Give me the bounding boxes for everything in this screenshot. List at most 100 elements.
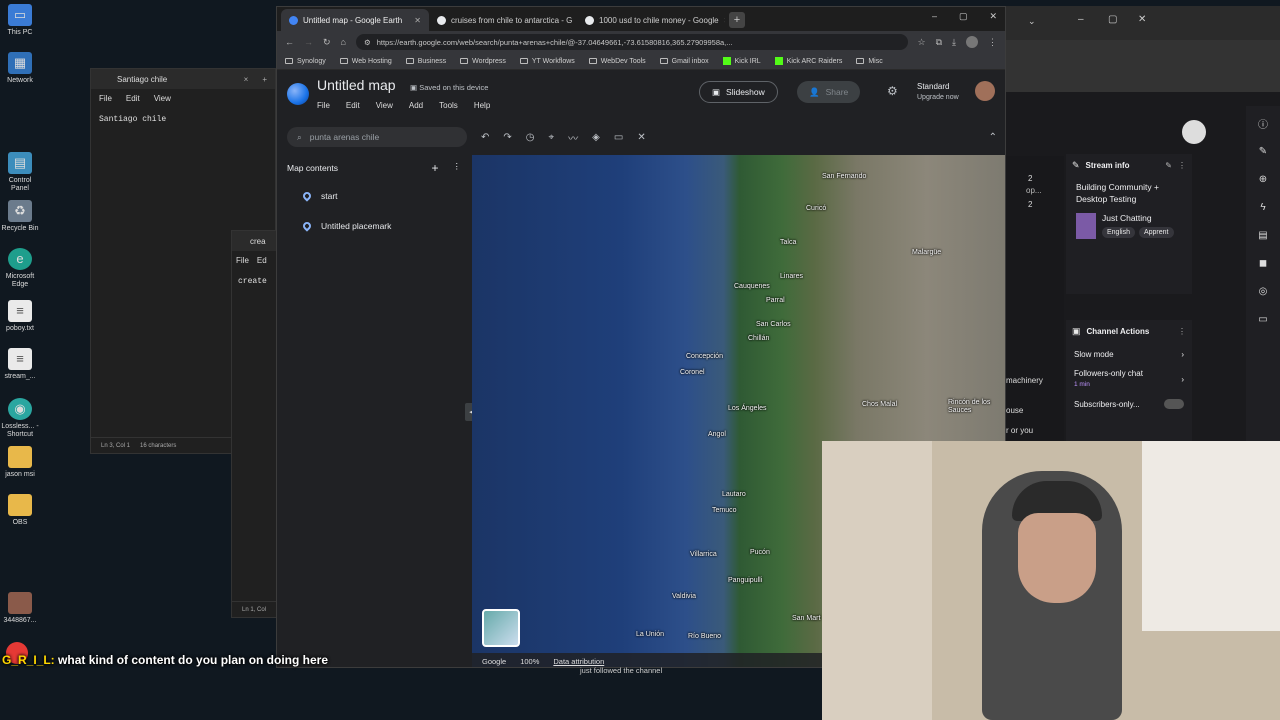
target-icon[interactable]: ⊕ (1252, 168, 1274, 190)
pencil-icon[interactable]: ✎ (1252, 140, 1274, 162)
bookmark-kick-arc[interactable]: Kick ARC Raiders (774, 57, 842, 65)
google-earth-logo[interactable] (287, 83, 309, 105)
desktop-icon-image[interactable]: 3448867... (0, 592, 40, 625)
desktop-icon-edge[interactable]: e Microsoft Edge (0, 248, 40, 289)
plan-info[interactable]: Standard Upgrade now (917, 81, 959, 103)
map-item-untitled-placemark[interactable]: Untitled placemark (277, 211, 471, 241)
bookmark-business[interactable]: Business (405, 58, 446, 65)
undo-icon[interactable]: ↶ (481, 132, 489, 143)
tag-chip[interactable]: English (1102, 227, 1135, 238)
tab-usd-chile[interactable]: 1000 usd to chile money - Google ✕ (577, 9, 725, 31)
forward-icon[interactable]: → (304, 37, 313, 47)
url-field[interactable]: ⚙ https://earth.google.com/web/search/pu… (355, 34, 908, 50)
broadcast-icon[interactable]: ◎ (1252, 280, 1274, 302)
notepad-window-create[interactable]: crea File Ed create Ln 1, Col (231, 230, 281, 618)
extension-icon[interactable]: ⧉ (936, 37, 942, 48)
ruler-icon[interactable]: ▭ (614, 132, 623, 143)
close-icon[interactable]: ✕ (414, 16, 421, 25)
bookmark-star-icon[interactable]: ☆ (918, 37, 926, 48)
menu-edit[interactable]: Ed (257, 256, 267, 265)
map-layers-button[interactable] (482, 609, 520, 647)
menu-add[interactable]: Add (409, 101, 423, 110)
close-icon[interactable]: × (244, 75, 249, 84)
close-icon[interactable]: ✕ (1138, 14, 1146, 25)
toggle-switch[interactable] (1164, 399, 1184, 409)
more-icon[interactable]: ⋮ (453, 161, 462, 175)
bookmark-synology[interactable]: Synology (285, 58, 326, 65)
redo-icon[interactable]: ↷ (503, 132, 511, 143)
map-item-start[interactable]: start (277, 181, 471, 211)
maximize-icon[interactable]: ▢ (1108, 14, 1117, 25)
more-icon[interactable]: ⋮ (1178, 327, 1186, 336)
video-icon[interactable]: ▭ (1252, 308, 1274, 330)
tab-cruises[interactable]: cruises from chile to antarctica - G ✕ (429, 9, 577, 31)
bookmark-wordpress[interactable]: Wordpress (460, 58, 506, 65)
action-slow-mode[interactable]: Slow mode › (1074, 343, 1184, 365)
menu-file[interactable]: File (236, 256, 249, 265)
tag-chip[interactable]: Apprent (1138, 227, 1174, 238)
chevron-down-icon[interactable]: ⌄ (1028, 16, 1036, 27)
share-button[interactable]: 👤 Share (797, 81, 861, 103)
bookmark-gmail[interactable]: Gmail inbox (659, 58, 709, 65)
placemark-icon[interactable]: ⌖ (549, 132, 555, 143)
menu-help[interactable]: Help (474, 101, 490, 110)
menu-icon[interactable]: ⋮ (988, 37, 997, 48)
data-attribution-link[interactable]: Data attribution (553, 657, 604, 666)
minimize-icon[interactable]: – (932, 11, 937, 22)
menu-edit[interactable]: Edit (346, 101, 360, 110)
menu-file[interactable]: File (317, 101, 330, 110)
info-icon[interactable]: ⓘ (1252, 112, 1274, 134)
new-tab-button[interactable]: + (729, 12, 745, 28)
action-subscribers-only[interactable]: Subscribers-only... (1074, 393, 1184, 415)
bookmark-webdev-tools[interactable]: WebDev Tools (588, 58, 646, 65)
notepad-text-area[interactable]: create (232, 269, 280, 294)
menu-file[interactable]: File (99, 94, 112, 103)
more-icon[interactable]: ⋮ (1178, 161, 1186, 170)
bookmark-kick-irl[interactable]: Kick IRL (722, 57, 761, 65)
bookmark-yt-workflows[interactable]: YT Workflows (519, 58, 575, 65)
menu-tools[interactable]: Tools (439, 101, 458, 110)
desktop-icon-this-pc[interactable]: ▭ This PC (0, 4, 40, 37)
collapse-toolbar-icon[interactable]: ⌃ (989, 132, 997, 143)
notepad-text-area[interactable]: Santiago chile (91, 107, 275, 132)
site-info-icon[interactable]: ⚙ (364, 38, 371, 47)
tab-google-earth[interactable]: Untitled map - Google Earth ✕ (281, 9, 429, 31)
notepad-titlebar[interactable]: crea (232, 231, 280, 251)
bookmark-web-hosting[interactable]: Web Hosting (339, 58, 392, 65)
desktop-icon-network[interactable]: ▦ Network (0, 52, 40, 85)
desktop-icon-poboy[interactable]: ≡ poboy.txt (0, 300, 40, 333)
settings-gear-icon[interactable]: ⚙ (887, 84, 898, 98)
desktop-icon-jason-msi[interactable]: jason msi (0, 446, 40, 479)
measure-icon[interactable]: ✕ (637, 132, 645, 143)
home-icon[interactable]: ⌂ (341, 37, 346, 47)
new-tab-icon[interactable]: + (262, 75, 267, 84)
maximize-icon[interactable]: ▢ (959, 11, 968, 22)
notepad-titlebar[interactable]: Santiago chile × + (91, 69, 275, 89)
download-icon[interactable]: ⤓ (952, 37, 956, 48)
desktop-icon-obs[interactable]: OBS (0, 494, 40, 527)
reload-icon[interactable]: ↻ (323, 37, 331, 48)
edit-icon[interactable]: ✎ (1165, 161, 1172, 170)
desktop-icon-stream[interactable]: ≡ stream_... (0, 348, 40, 381)
back-icon[interactable]: ← (285, 37, 294, 47)
desktop-icon-lossless[interactable]: ◉ Lossless... - Shortcut (0, 398, 40, 439)
menu-view[interactable]: View (376, 101, 393, 110)
layers-icon[interactable]: ◈ (592, 132, 600, 143)
profile-avatar[interactable] (966, 36, 978, 48)
account-avatar[interactable] (975, 81, 995, 101)
desktop-icon-recycle-bin[interactable]: ♻ Recycle Bin (0, 200, 40, 233)
close-icon[interactable]: ✕ (990, 11, 998, 22)
document-icon[interactable]: ▤ (1252, 224, 1274, 246)
slideshow-button[interactable]: ▣ Slideshow (699, 81, 778, 103)
history-icon[interactable]: ◷ (526, 132, 535, 143)
menu-view[interactable]: View (154, 94, 171, 103)
add-icon[interactable]: + (431, 161, 438, 175)
action-followers-only[interactable]: Followers-only chat 1 min › (1074, 365, 1184, 393)
chat-icon[interactable]: ◼ (1252, 252, 1274, 274)
desktop-icon-control-panel[interactable]: ▤ Control Panel (0, 152, 40, 193)
close-icon[interactable]: ✕ (724, 16, 725, 25)
bookmark-misc[interactable]: Misc (856, 58, 883, 65)
map-title[interactable]: Untitled map (317, 77, 396, 93)
path-icon[interactable]: 〰 (568, 130, 578, 145)
minimize-icon[interactable]: – (1078, 14, 1084, 25)
